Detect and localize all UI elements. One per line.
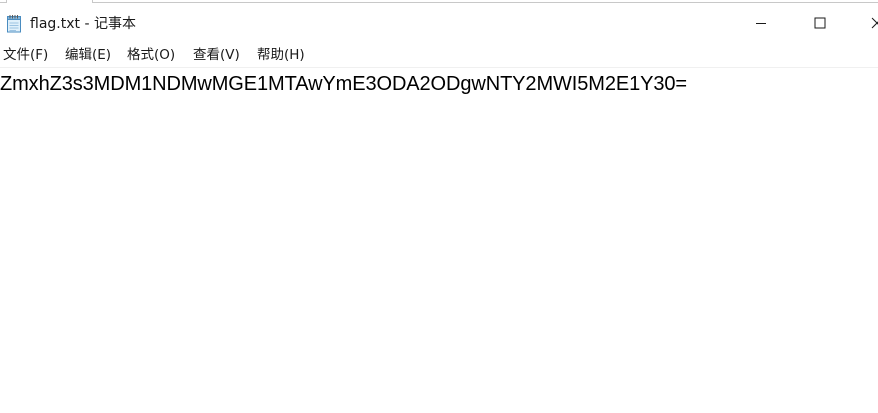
menu-help[interactable]: 帮助(H) bbox=[257, 46, 305, 64]
menu-bar: 文件(F) 编辑(E) 格式(O) 查看(V) 帮助(H) bbox=[0, 43, 878, 68]
window-title: flag.txt - 记事本 bbox=[30, 16, 136, 32]
notepad-icon bbox=[6, 14, 23, 33]
close-button[interactable] bbox=[851, 5, 878, 41]
title-bar[interactable]: flag.txt - 记事本 bbox=[0, 5, 878, 41]
maximize-icon bbox=[814, 17, 826, 29]
minimize-button[interactable] bbox=[738, 5, 784, 41]
menu-edit[interactable]: 编辑(E) bbox=[65, 46, 111, 64]
text-editor-area[interactable]: ZmxhZ3s3MDM1NDMwMGE1MTAwYmE3ODA2ODgwNTY2… bbox=[0, 68, 878, 413]
minimize-icon bbox=[756, 23, 766, 24]
menu-file[interactable]: 文件(F) bbox=[3, 46, 48, 64]
close-icon bbox=[871, 17, 878, 29]
editor-content[interactable]: ZmxhZ3s3MDM1NDMwMGE1MTAwYmE3ODA2ODgwNTY2… bbox=[0, 71, 687, 97]
menu-format[interactable]: 格式(O) bbox=[127, 46, 175, 64]
maximize-button[interactable] bbox=[797, 5, 843, 41]
menu-view[interactable]: 查看(V) bbox=[193, 46, 240, 64]
notepad-window: flag.txt - 记事本 文件(F) 编辑(E) 格式(O) 查看(V) 帮… bbox=[0, 0, 878, 413]
